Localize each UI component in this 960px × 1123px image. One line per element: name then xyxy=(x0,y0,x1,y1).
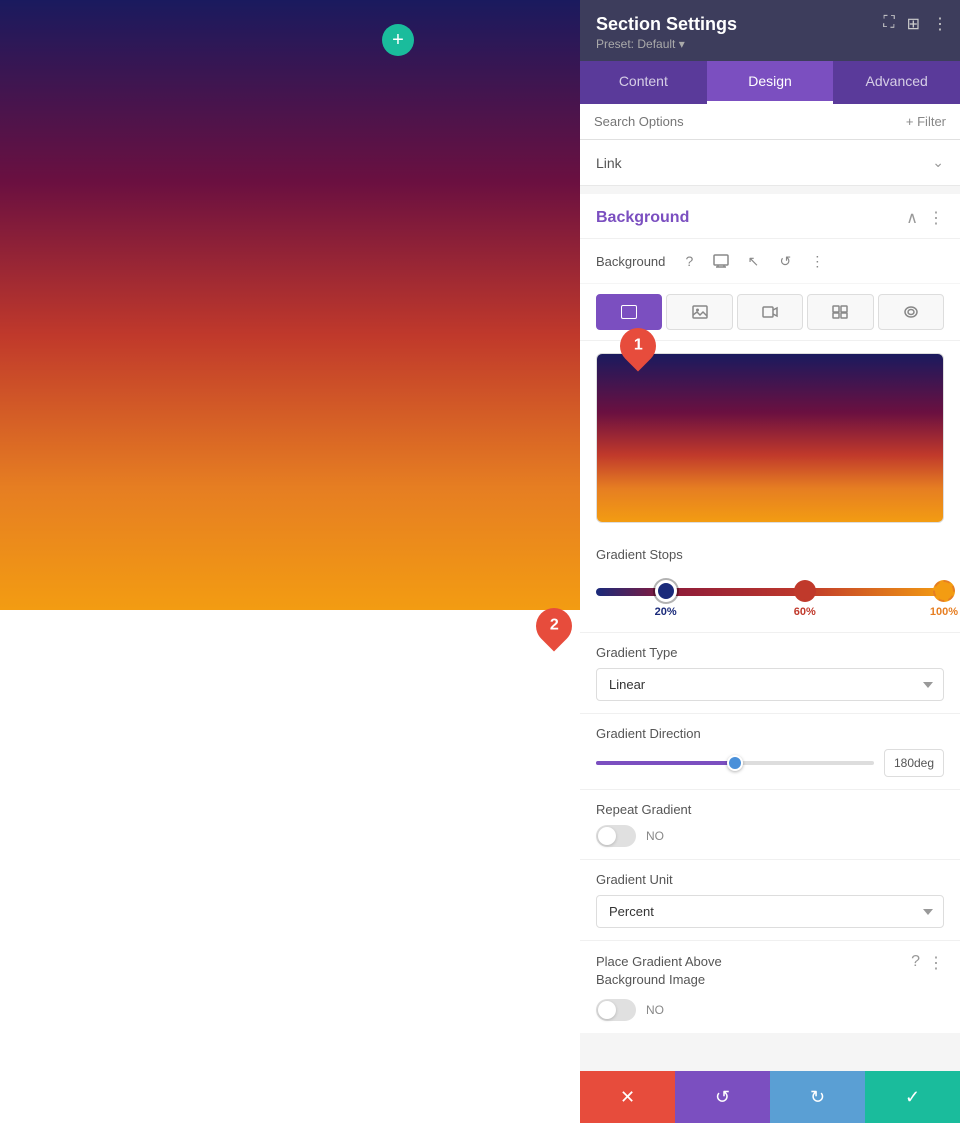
background-row: Background ? ↖ ↺ ⋮ xyxy=(580,239,960,284)
help-icon[interactable]: ? xyxy=(677,249,701,273)
desktop-icon[interactable] xyxy=(709,249,733,273)
gradient-stops-label: Gradient Stops xyxy=(596,547,944,562)
fullscreen-icon[interactable]: ⛶ xyxy=(883,14,894,34)
columns-icon[interactable]: ⊞ xyxy=(907,14,920,34)
gradient-preview xyxy=(596,353,944,523)
type-tab-image[interactable] xyxy=(666,294,732,330)
gradient-unit-select[interactable]: Percent Pixel xyxy=(596,895,944,928)
place-gradient-control: NO xyxy=(596,999,944,1021)
gradient-type-label: Gradient Type xyxy=(596,645,944,660)
gradient-stops-section: Gradient Stops 20% 60% 100% xyxy=(580,535,960,632)
gradient-unit-label: Gradient Unit xyxy=(596,872,944,887)
gradient-track: 20% 60% 100% xyxy=(596,572,944,622)
background-row-label: Background xyxy=(596,254,665,269)
panel-header: Section Settings Preset: Default ▾ ⛶ ⊞ ⋮ xyxy=(580,0,960,61)
link-label: Link xyxy=(596,155,622,171)
more-bg-icon[interactable]: ⋮ xyxy=(805,249,829,273)
place-gradient-toggle-label: NO xyxy=(646,1003,664,1017)
chevron-down-icon[interactable]: ⌄ xyxy=(932,154,944,171)
place-gradient-label2: Background Image xyxy=(596,971,722,989)
gradient-stop-2-label: 60% xyxy=(794,606,816,618)
link-section: Link ⌄ xyxy=(580,140,960,186)
repeat-gradient-row: Repeat Gradient NO xyxy=(580,789,960,859)
search-bar: + Filter xyxy=(580,104,960,140)
gradient-stop-1[interactable] xyxy=(655,580,677,602)
gradient-unit-row: Gradient Unit Percent Pixel xyxy=(580,859,960,940)
place-gradient-toggle-knob xyxy=(598,1001,616,1019)
redo-button[interactable]: ↻ xyxy=(770,1071,865,1123)
search-input[interactable] xyxy=(594,114,906,129)
repeat-gradient-label: Repeat Gradient xyxy=(596,802,944,817)
filter-button[interactable]: + Filter xyxy=(906,114,946,129)
tab-content[interactable]: Content xyxy=(580,61,707,104)
background-section-header: Background ∧ ⋮ xyxy=(580,194,960,239)
bottom-bar: ✕ ↺ ↻ ✓ xyxy=(580,1071,960,1123)
cursor-icon[interactable]: ↖ xyxy=(741,249,765,273)
gradient-direction-control: 180deg xyxy=(596,749,944,777)
gradient-stop-3[interactable] xyxy=(933,580,955,602)
panel-content: Link ⌄ Background ∧ ⋮ Background ? ↖ ↺ xyxy=(580,140,960,1123)
gradient-direction-track[interactable] xyxy=(596,761,874,765)
panel-header-icons: ⛶ ⊞ ⋮ xyxy=(883,14,948,34)
place-gradient-label1: Place Gradient Above xyxy=(596,953,722,971)
type-tab-pattern[interactable] xyxy=(807,294,873,330)
add-section-button[interactable]: + xyxy=(382,24,414,56)
repeat-gradient-control: NO xyxy=(596,825,944,847)
type-tab-color[interactable] xyxy=(596,294,662,330)
panel-tabs: Content Design Advanced xyxy=(580,61,960,104)
background-section: Background ∧ ⋮ Background ? ↖ ↺ ⋮ xyxy=(580,194,960,1033)
type-tab-mask[interactable] xyxy=(878,294,944,330)
gradient-track-bar xyxy=(596,588,944,596)
background-section-controls: ∧ ⋮ xyxy=(906,208,944,228)
type-tab-video[interactable] xyxy=(737,294,803,330)
canvas-background xyxy=(0,0,580,610)
gradient-type-row: Gradient Type Linear Radial xyxy=(580,632,960,713)
gradient-stop-2[interactable] xyxy=(794,580,816,602)
tab-advanced[interactable]: Advanced xyxy=(833,61,960,104)
gradient-direction-value[interactable]: 180deg xyxy=(884,749,944,777)
gradient-stop-3-label: 100% xyxy=(930,606,958,618)
tab-design[interactable]: Design xyxy=(707,61,834,104)
confirm-button[interactable]: ✓ xyxy=(865,1071,960,1123)
settings-panel: Section Settings Preset: Default ▾ ⛶ ⊞ ⋮… xyxy=(580,0,960,1123)
toggle-knob xyxy=(598,827,616,845)
canvas-white-area xyxy=(0,610,580,1123)
panel-preset[interactable]: Preset: Default ▾ xyxy=(596,37,944,51)
repeat-gradient-toggle-label: NO xyxy=(646,829,664,843)
place-gradient-more-icon[interactable]: ⋮ xyxy=(928,953,944,973)
gradient-type-select[interactable]: Linear Radial xyxy=(596,668,944,701)
gradient-direction-row: Gradient Direction 180deg xyxy=(580,713,960,789)
chevron-up-icon[interactable]: ∧ xyxy=(906,208,918,228)
place-gradient-section: Place Gradient Above Background Image ? … xyxy=(580,940,960,1033)
place-gradient-icons: ? ⋮ xyxy=(911,953,944,973)
gradient-stop-1-label: 20% xyxy=(655,606,677,618)
place-gradient-help-icon[interactable]: ? xyxy=(911,953,920,973)
background-section-title: Background xyxy=(596,209,689,227)
reset-icon[interactable]: ↺ xyxy=(773,249,797,273)
reset-button[interactable]: ↺ xyxy=(675,1071,770,1123)
gradient-direction-label: Gradient Direction xyxy=(596,726,944,741)
place-gradient-toggle[interactable] xyxy=(596,999,636,1021)
more-icon[interactable]: ⋮ xyxy=(932,14,948,34)
place-gradient-header: Place Gradient Above Background Image ? … xyxy=(596,953,944,989)
repeat-gradient-toggle[interactable] xyxy=(596,825,636,847)
more-options-icon[interactable]: ⋮ xyxy=(928,208,944,228)
cancel-button[interactable]: ✕ xyxy=(580,1071,675,1123)
